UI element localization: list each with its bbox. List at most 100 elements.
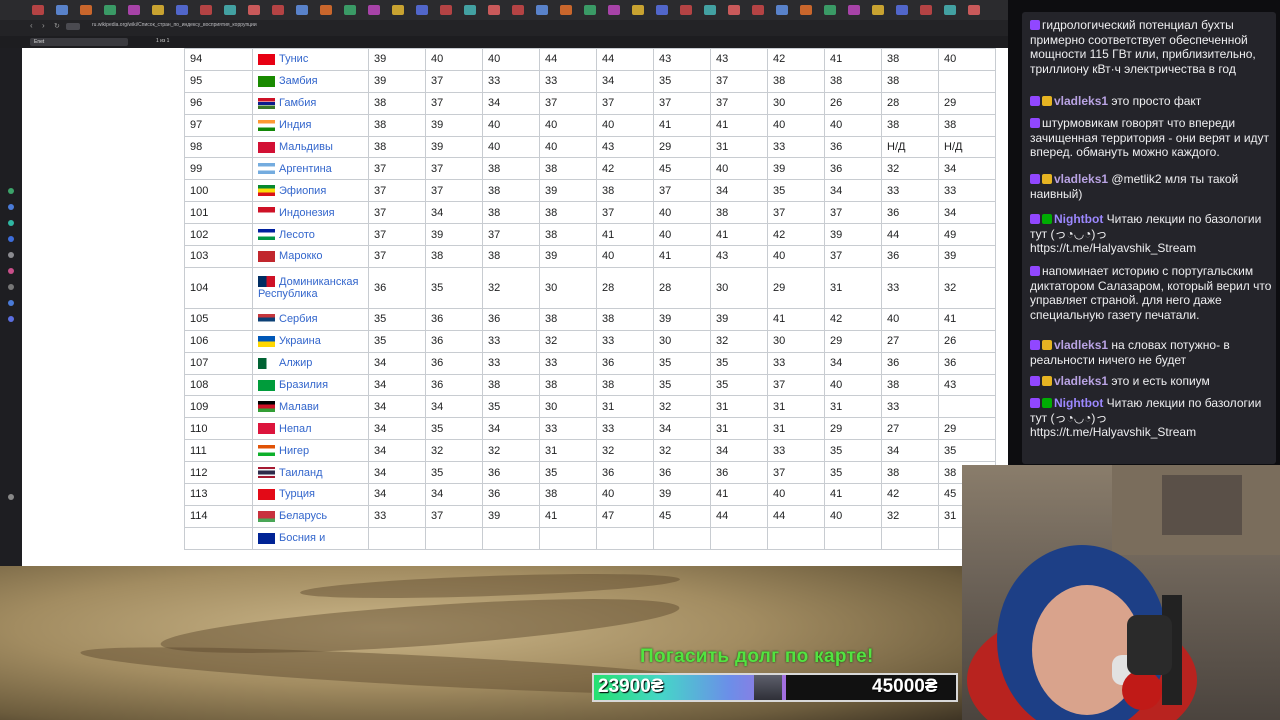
sidebar-app-icon[interactable] (8, 316, 14, 322)
chat-username[interactable]: vladleks1 (1054, 94, 1108, 108)
browser-tab[interactable] (128, 5, 140, 15)
browser-tab[interactable] (200, 5, 212, 15)
country-link[interactable]: Замбия (279, 75, 318, 87)
browser-tab[interactable] (416, 5, 428, 15)
country-link[interactable]: Беларусь (279, 510, 327, 522)
country-link[interactable]: Бразилия (279, 379, 328, 391)
browser-tab[interactable] (56, 5, 68, 15)
browser-tab[interactable] (560, 5, 572, 15)
country-link[interactable]: Эфиопия (279, 185, 326, 197)
browser-tab[interactable] (464, 5, 476, 15)
browser-tab[interactable] (704, 5, 716, 15)
browser-tab[interactable] (344, 5, 356, 15)
sidebar-app-icon[interactable] (8, 268, 14, 274)
country-link[interactable]: Непал (279, 423, 312, 435)
country-link[interactable]: Марокко (279, 251, 323, 263)
browser-tab[interactable] (392, 5, 404, 15)
browser-tab[interactable] (896, 5, 908, 15)
browser-tab[interactable] (872, 5, 884, 15)
score-cell: 33 (596, 329, 654, 353)
chat-username[interactable]: Nightbot (1054, 212, 1103, 226)
browser-tab[interactable] (512, 5, 524, 15)
browser-tab[interactable] (680, 5, 692, 15)
country-link[interactable]: Нигер (279, 445, 309, 457)
browser-tab[interactable] (728, 5, 740, 15)
score-cell: 38 (881, 113, 939, 137)
country-link[interactable]: Украина (279, 335, 321, 347)
chat-username[interactable]: vladleks1 (1054, 374, 1108, 388)
chat-username[interactable]: vladleks1 (1054, 172, 1108, 186)
country-cell: Доминиканская Республика (252, 266, 369, 309)
browser-tab[interactable] (584, 5, 596, 15)
country-link[interactable]: Гамбия (279, 97, 316, 109)
browser-tab[interactable] (920, 5, 932, 15)
browser-tab[interactable] (968, 5, 980, 15)
sidebar-settings-icon[interactable] (8, 494, 14, 500)
browser-tab[interactable] (824, 5, 836, 15)
browser-tab[interactable] (248, 5, 260, 15)
table-row: 112 Таиланд 34 35 36 35 36 36 36 37 35 38 38 (184, 461, 996, 485)
browser-tab[interactable] (104, 5, 116, 15)
country-link[interactable]: Аргентина (279, 163, 332, 175)
browser-window: ‹ › ↻ ru.wikipedia.org/wiki/Список_стран… (0, 0, 1008, 566)
browser-tab[interactable] (80, 5, 92, 15)
country-link[interactable]: Таиланд (279, 467, 323, 479)
find-input[interactable]: Enet (30, 38, 128, 46)
site-info-icon[interactable] (66, 23, 80, 30)
browser-tab[interactable] (776, 5, 788, 15)
browser-tab[interactable] (440, 5, 452, 15)
browser-tab[interactable] (152, 5, 164, 15)
sidebar-app-icon[interactable] (8, 300, 14, 306)
subscriber-badge-icon (1030, 174, 1040, 184)
chat-message: Nightbot Читаю лекции по базологии тут (… (1030, 212, 1272, 256)
browser-tab[interactable] (632, 5, 644, 15)
sidebar-app-icon[interactable] (8, 236, 14, 242)
country-link[interactable]: Малави (279, 401, 319, 413)
browser-tab[interactable] (176, 5, 188, 15)
browser-tab[interactable] (296, 5, 308, 15)
country-link[interactable]: Сербия (279, 313, 318, 325)
country-link[interactable]: Босния и (279, 532, 325, 544)
browser-tab[interactable] (272, 5, 284, 15)
browser-tab[interactable] (944, 5, 956, 15)
browser-tab[interactable] (320, 5, 332, 15)
browser-tab[interactable] (368, 5, 380, 15)
flag-by-icon (258, 510, 275, 522)
score-cell: 43 (710, 245, 768, 268)
browser-tab[interactable] (656, 5, 668, 15)
sidebar-app-icon[interactable] (8, 220, 14, 226)
corruption-index-table: 94 Тунис 39 40 40 44 44 43 43 42 41 38 40 95 Замбия 39 3… (184, 48, 996, 550)
tab-bar[interactable] (0, 0, 1008, 20)
browser-tab[interactable] (488, 5, 500, 15)
chat-username[interactable]: Nightbot (1054, 396, 1103, 410)
country-link[interactable]: Турция (279, 489, 315, 501)
reload-icon[interactable]: ↻ (54, 22, 60, 30)
sidebar-app-icon[interactable] (8, 188, 14, 194)
browser-tab[interactable] (608, 5, 620, 15)
score-cell: 38 (539, 307, 597, 331)
country-link[interactable]: Лесото (279, 229, 315, 241)
back-icon[interactable]: ‹ (30, 21, 33, 30)
url-text[interactable]: ru.wikipedia.org/wiki/Список_стран_по_ин… (92, 22, 257, 28)
sidebar-app-icon[interactable] (8, 252, 14, 258)
country-link[interactable]: Алжир (279, 357, 312, 369)
country-link[interactable]: Мальдивы (279, 141, 333, 153)
score-cell: 34 (938, 201, 996, 225)
browser-tab[interactable] (536, 5, 548, 15)
score-cell: 37 (368, 157, 426, 181)
browser-tab[interactable] (848, 5, 860, 15)
browser-tab[interactable] (32, 5, 44, 15)
browser-tab[interactable] (752, 5, 764, 15)
chat-username[interactable]: vladleks1 (1054, 338, 1108, 352)
score-cell: 37 (368, 201, 426, 225)
browser-tab[interactable] (800, 5, 812, 15)
forward-icon[interactable]: › (42, 21, 45, 30)
score-cell: 44 (596, 48, 654, 71)
country-link[interactable]: Индонезия (279, 207, 335, 219)
country-link[interactable]: Индия (279, 119, 312, 131)
sidebar-app-icon[interactable] (8, 204, 14, 210)
sidebar-app-icon[interactable] (8, 284, 14, 290)
score-cell: 35 (653, 373, 711, 397)
browser-tab[interactable] (224, 5, 236, 15)
country-link[interactable]: Тунис (279, 53, 308, 65)
